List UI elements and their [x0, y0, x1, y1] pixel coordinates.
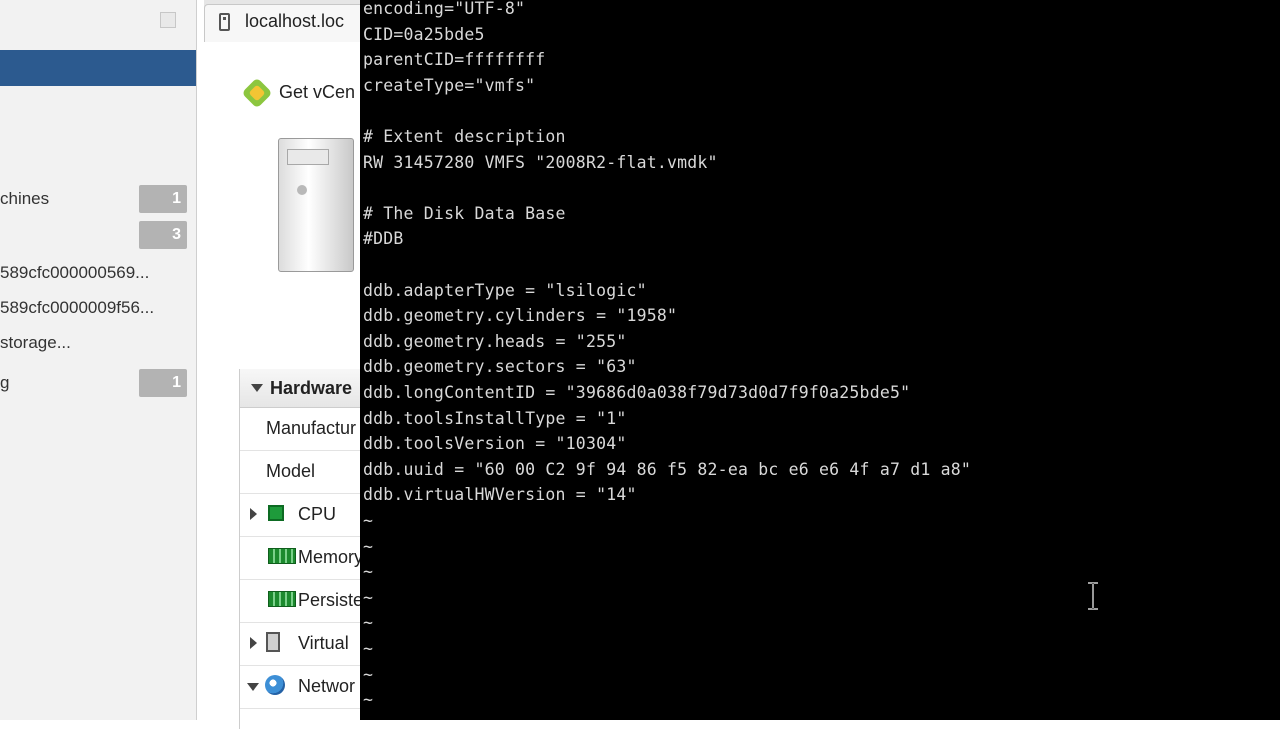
sidebar-item-more-storage[interactable]: storage... — [0, 328, 196, 358]
sidebar-item-datastore-2[interactable]: 589cfc0000009f56... — [0, 293, 196, 323]
expand-arrow-icon[interactable] — [250, 508, 257, 520]
sidebar-item-networking[interactable]: g 1 — [0, 368, 196, 398]
terminal-line: ~ — [363, 639, 374, 658]
terminal-line: ddb.virtualHWVersion = "14" — [363, 485, 637, 505]
terminal-line: ~ — [363, 536, 374, 556]
terminal-line: ~ — [363, 613, 374, 633]
collapse-arrow-icon[interactable] — [247, 683, 259, 691]
hardware-row-persistent-memory: Persiste — [240, 579, 365, 623]
memory-icon — [268, 548, 296, 564]
count-badge: 1 — [139, 369, 187, 397]
terminal-line: ddb.adapterType = "lsilogic" — [363, 280, 647, 300]
network-globe-icon — [265, 675, 285, 695]
row-label: Memory — [298, 547, 364, 567]
terminal-line: ddb.uuid = "60 00 C2 9f 94 86 f5 82-ea b… — [363, 459, 972, 479]
row-label: Manufactur — [266, 418, 357, 438]
terminal-window[interactable]: encoding="UTF-8" CID=0a25bde5 parentCID=ff… — [360, 0, 1280, 720]
hardware-row-model: Model — [240, 450, 365, 494]
sidebar-item-storage[interactable]: 3 — [0, 220, 196, 250]
hardware-row-networking[interactable]: Networ — [240, 665, 365, 709]
terminal-line: ddb.geometry.cylinders = "1958" — [363, 306, 678, 326]
hardware-panel: Hardware Manufactur Model CPU Memory Per… — [239, 369, 365, 729]
terminal-line: CID=0a25bde5 — [363, 24, 485, 44]
terminal-line: # The Disk Data Base — [363, 203, 566, 223]
terminal-line: ddb.longContentID = "39686d0a038f79d73d0… — [363, 383, 911, 402]
terminal-line: ~ — [363, 511, 374, 530]
navigator-sidebar: chines 1 3 589cfc000000569... 589cfc0000… — [0, 0, 197, 720]
terminal-line: ddb.geometry.heads = "255" — [363, 331, 627, 351]
terminal-line: ddb.geometry.sectors = "63" — [363, 357, 637, 377]
sidebar-item-label: g — [0, 373, 10, 392]
row-label: Model — [266, 461, 316, 481]
tab-label: localhost.loc — [245, 11, 345, 31]
memory-icon — [268, 591, 296, 607]
sidebar-item-selected[interactable] — [0, 50, 196, 86]
terminal-line: parentCID=ffffffff — [363, 50, 546, 70]
sidebar-item-label: storage... — [0, 333, 71, 352]
terminal-line: ~ — [363, 587, 374, 607]
hardware-header[interactable]: Hardware — [240, 369, 365, 408]
host-summary-panel: Get vCen Hardware Manufactur Model CPU M… — [204, 42, 365, 729]
sidebar-item-virtual-machines[interactable]: chines 1 — [0, 184, 196, 214]
hardware-row-manufacturer: Manufactur — [240, 407, 365, 451]
terminal-line: ddb.toolsVersion = "10304" — [363, 434, 627, 454]
cpu-icon — [268, 505, 284, 521]
get-vcenter-label: Get vCen — [279, 82, 356, 102]
host-icon — [219, 13, 230, 31]
row-label: Networ — [298, 676, 356, 696]
tab-host[interactable]: localhost.loc — [204, 4, 366, 43]
collapse-caret-icon[interactable] — [251, 384, 263, 392]
terminal-line: #DDB — [363, 229, 404, 249]
hardware-row-memory: Memory — [240, 536, 365, 580]
sidebar-item-label: 589cfc0000009f56... — [0, 298, 155, 317]
hardware-row-cpu[interactable]: CPU — [240, 493, 365, 537]
terminal-line: encoding="UTF-8" — [363, 0, 526, 18]
row-label: CPU — [298, 504, 337, 524]
server-icon — [278, 138, 354, 272]
sidebar-item-label: chines — [0, 189, 50, 208]
vcenter-icon — [241, 77, 273, 109]
terminal-line: ~ — [363, 690, 374, 710]
text-cursor-icon — [1088, 582, 1098, 610]
collapse-icon[interactable] — [160, 12, 176, 28]
tab-bar: localhost.loc — [204, 0, 366, 43]
row-label: Persiste — [298, 590, 364, 610]
sidebar-item-datastore-1[interactable]: 589cfc000000569... — [0, 258, 196, 288]
row-label: Virtual — [298, 633, 349, 653]
sidebar-item-label: 589cfc000000569... — [0, 263, 150, 282]
hardware-title: Hardware — [270, 378, 353, 398]
terminal-line: RW 31457280 VMFS "2008R2-flat.vmdk" — [363, 152, 718, 172]
terminal-line: ~ — [363, 664, 374, 684]
navigator-header — [0, 0, 196, 44]
terminal-line: ~ — [363, 562, 374, 582]
count-badge: 1 — [139, 185, 187, 213]
hardware-row-virtual-flash[interactable]: Virtual — [240, 622, 365, 666]
flash-device-icon — [266, 632, 280, 652]
terminal-line: ddb.toolsInstallType = "1" — [363, 408, 627, 428]
expand-arrow-icon[interactable] — [250, 637, 257, 649]
terminal-line: # Extent description — [363, 127, 566, 146]
count-badge: 3 — [139, 221, 187, 249]
terminal-line: createType="vmfs" — [363, 75, 536, 95]
